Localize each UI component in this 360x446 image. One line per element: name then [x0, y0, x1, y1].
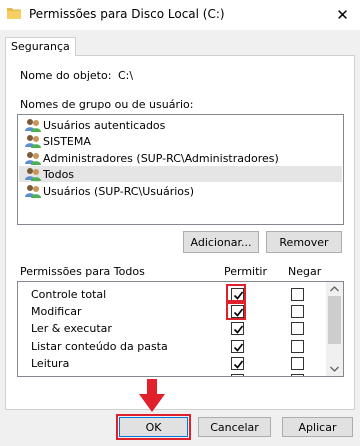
permission-row-list-folder: Listar conteúdo da pasta: [18, 338, 327, 356]
apply-button[interactable]: Aplicar: [282, 417, 353, 437]
permission-name: Ler & executar: [31, 322, 112, 335]
group-item-users[interactable]: Usuários (SUP-RC\Usuários): [19, 183, 342, 199]
permission-name: Leitura: [31, 357, 70, 370]
close-button[interactable]: ✕: [325, 0, 360, 30]
deny-checkbox-read[interactable]: [291, 357, 304, 370]
group-item-authenticated-users[interactable]: Usuários autenticados: [19, 117, 342, 133]
permission-row-partial: [18, 372, 327, 376]
deny-checkbox-full-control[interactable]: [291, 288, 304, 301]
allow-checkbox-read[interactable]: [231, 357, 244, 370]
deny-checkbox-list-folder[interactable]: [291, 340, 304, 353]
allow-checkbox-read-execute[interactable]: [231, 322, 244, 335]
permission-row-modify: Modificar: [18, 303, 327, 321]
permission-row-full-control: Controle total: [18, 286, 327, 304]
permission-name: Listar conteúdo da pasta: [31, 340, 168, 353]
check-icon: [233, 325, 244, 334]
highlight-modify-allow: [226, 302, 246, 320]
permission-name: Modificar: [31, 305, 82, 318]
deny-checkbox-read-execute[interactable]: [291, 322, 304, 335]
group-item-label: SISTEMA: [43, 134, 91, 148]
check-icon: [233, 343, 244, 352]
add-button[interactable]: Adicionar...: [183, 231, 259, 253]
check-icon: [233, 360, 244, 369]
permission-row-read: Leitura: [18, 355, 327, 373]
group-item-system[interactable]: SISTEMA: [19, 133, 342, 149]
users-icon: [25, 168, 41, 181]
group-item-label: Usuários (SUP-RC\Usuários): [43, 184, 195, 198]
window-title: Permissões para Disco Local (C:): [29, 7, 225, 21]
users-icon: [25, 135, 41, 148]
object-name-value: C:\: [118, 69, 134, 82]
group-item-everyone[interactable]: Todos: [19, 166, 342, 182]
users-icon: [25, 152, 41, 165]
allow-checkbox-partial[interactable]: [231, 374, 244, 376]
deny-checkbox-partial[interactable]: [291, 374, 304, 376]
cancel-button[interactable]: Cancelar: [198, 417, 271, 437]
highlight-full-control-allow: [226, 284, 246, 302]
groups-label: Nomes de grupo ou de usuário:: [20, 98, 194, 111]
close-icon: ✕: [336, 6, 349, 24]
group-item-label: Todos: [43, 167, 75, 181]
permission-name: Controle total: [31, 288, 107, 301]
users-icon: [25, 119, 41, 132]
allow-column-header: Permitir: [224, 265, 268, 278]
ok-button[interactable]: OK: [119, 417, 188, 437]
groups-listbox[interactable]: Usuários autenticados SISTEMA Administra…: [17, 114, 344, 225]
tab-security[interactable]: Segurança: [5, 37, 76, 56]
group-item-label: Administradores (SUP-RC\Administradores): [43, 151, 279, 165]
users-icon: [25, 185, 41, 198]
scroll-down-icon[interactable]: [330, 366, 339, 372]
permissions-list: Controle total Modificar Ler & executar …: [17, 281, 344, 377]
scroll-up-icon[interactable]: [330, 286, 339, 292]
group-item-administrators[interactable]: Administradores (SUP-RC\Administradores): [19, 150, 342, 166]
object-name-label: Nome do objeto:: [20, 69, 112, 82]
remove-button[interactable]: Remover: [266, 231, 342, 253]
deny-column-header: Negar: [288, 265, 322, 278]
scrollbar-thumb[interactable]: [328, 296, 341, 344]
folder-icon: [7, 8, 21, 19]
permission-row-read-execute: Ler & executar: [18, 320, 327, 338]
deny-checkbox-modify[interactable]: [291, 305, 304, 318]
allow-checkbox-list-folder[interactable]: [231, 340, 244, 353]
group-item-label: Usuários autenticados: [43, 118, 166, 132]
permissions-label: Permissões para Todos: [20, 265, 145, 278]
arrow-down-icon: [139, 379, 165, 412]
